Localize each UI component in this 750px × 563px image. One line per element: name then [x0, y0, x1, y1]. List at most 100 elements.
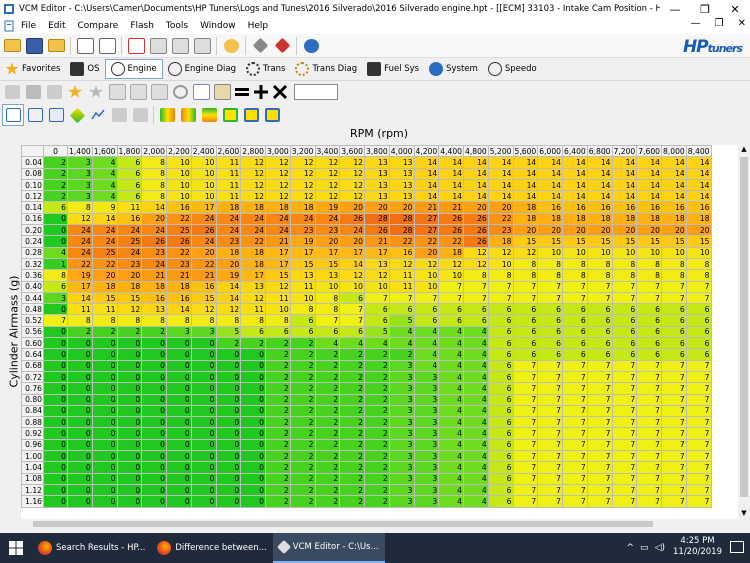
table-cell[interactable]: 8: [166, 314, 192, 327]
table-cell[interactable]: 0: [141, 370, 167, 384]
table-cell[interactable]: 0: [190, 472, 217, 485]
table-cell[interactable]: 6: [487, 495, 514, 508]
table-cell[interactable]: 6: [611, 325, 638, 339]
table-cell[interactable]: 6: [487, 337, 514, 350]
table-cell[interactable]: 15: [562, 235, 588, 248]
table-save-icon[interactable]: [23, 82, 43, 102]
table-cell[interactable]: 14: [685, 167, 712, 180]
table-cell[interactable]: 8: [314, 291, 341, 305]
table-cell[interactable]: 2: [265, 348, 291, 361]
table-cell[interactable]: 8: [141, 178, 167, 192]
table-cell[interactable]: 7: [586, 382, 613, 395]
table-cell[interactable]: 14: [141, 201, 167, 214]
table-cell[interactable]: 2: [265, 438, 291, 452]
table-cell[interactable]: 18: [215, 246, 242, 259]
table-cell[interactable]: 2: [43, 178, 68, 192]
table-cell[interactable]: 0: [240, 450, 266, 463]
table-cell[interactable]: 2: [314, 416, 341, 429]
table-cell[interactable]: 6: [43, 201, 68, 214]
table-cell[interactable]: 4: [413, 337, 440, 350]
table-cell[interactable]: 2: [265, 495, 291, 508]
table-cell[interactable]: 0: [91, 483, 118, 497]
tab-engine-diag[interactable]: Engine Diag: [163, 59, 241, 79]
table-cell[interactable]: 0: [67, 427, 93, 440]
table-cell[interactable]: 17: [67, 280, 93, 293]
column-header[interactable]: 3,200: [289, 145, 316, 158]
table-cell[interactable]: 7: [512, 404, 539, 418]
table-cell[interactable]: 15: [636, 235, 662, 248]
table-cell[interactable]: 7: [43, 314, 68, 327]
table-cell[interactable]: 6: [562, 314, 588, 327]
table-cell[interactable]: 7: [537, 291, 563, 305]
table-cell[interactable]: 8: [67, 201, 93, 214]
table-cell[interactable]: 2: [364, 393, 390, 406]
table-cell[interactable]: 6: [562, 337, 588, 350]
table-cell[interactable]: 12: [339, 269, 365, 282]
column-header[interactable]: 4,200: [413, 145, 440, 158]
table-cell[interactable]: 13: [364, 257, 390, 271]
row-header[interactable]: 0.92: [21, 427, 44, 440]
table-cell[interactable]: 14: [339, 257, 365, 271]
table-cell[interactable]: 3: [388, 461, 415, 474]
table-cell[interactable]: 8: [314, 303, 341, 316]
table-cell[interactable]: 6: [463, 314, 489, 327]
favorite-star-icon[interactable]: [65, 82, 85, 102]
table-cell[interactable]: 14: [661, 178, 687, 192]
table-cell[interactable]: 6: [487, 370, 514, 384]
table-cell[interactable]: 10: [562, 246, 588, 259]
table-cell[interactable]: 0: [215, 359, 242, 372]
table-cell[interactable]: 14: [463, 156, 489, 169]
table-cell[interactable]: 20: [537, 224, 563, 237]
scroll-down-arrow-icon[interactable]: ▼: [738, 509, 750, 519]
table-cell[interactable]: 7: [661, 382, 687, 395]
table-cell[interactable]: 25: [116, 235, 143, 248]
table-cell[interactable]: 6: [611, 348, 638, 361]
table-cell[interactable]: 12: [240, 178, 266, 192]
table-cell[interactable]: 14: [438, 156, 464, 169]
table-cell[interactable]: 7: [463, 291, 489, 305]
row-header[interactable]: 0.20: [21, 224, 44, 237]
table-cell[interactable]: 17: [265, 246, 291, 259]
table-cell[interactable]: 14: [586, 167, 613, 180]
table-cell[interactable]: 0: [116, 370, 143, 384]
table-cell[interactable]: 2: [116, 325, 143, 339]
table-cell[interactable]: 25: [166, 224, 192, 237]
notification-icon[interactable]: [730, 541, 744, 553]
table-cell[interactable]: 2: [265, 461, 291, 474]
table-cell[interactable]: 2: [289, 427, 316, 440]
table-cell[interactable]: 0: [116, 404, 143, 418]
table-cell[interactable]: 5: [215, 325, 242, 339]
table-cell[interactable]: 6: [364, 303, 390, 316]
table-cell[interactable]: 0: [141, 348, 167, 361]
table-cell[interactable]: 7: [611, 450, 638, 463]
table-cell[interactable]: 7: [685, 483, 712, 497]
table-cell[interactable]: 16: [586, 201, 613, 214]
table-cell[interactable]: 7: [562, 427, 588, 440]
column-header[interactable]: 7,200: [611, 145, 638, 158]
table-cell[interactable]: 4: [438, 438, 464, 452]
table-cell[interactable]: 0: [43, 303, 68, 316]
row-header[interactable]: 0.68: [21, 359, 44, 372]
table-cell[interactable]: 6: [562, 303, 588, 316]
table-cell[interactable]: 13: [240, 280, 266, 293]
table-cell[interactable]: 0: [116, 461, 143, 474]
table-cell[interactable]: 15: [116, 291, 143, 305]
table-cell[interactable]: 14: [487, 190, 514, 203]
table-cell[interactable]: 8: [512, 269, 539, 282]
table-cell[interactable]: 0: [43, 212, 68, 226]
row-header[interactable]: 0.36: [21, 269, 44, 282]
table-cell[interactable]: 6: [487, 427, 514, 440]
table-cell[interactable]: 6: [512, 337, 539, 350]
horizontal-scrollbar[interactable]: [21, 519, 738, 529]
row-header[interactable]: 0.48: [21, 303, 44, 316]
table-cell[interactable]: 2: [339, 450, 365, 463]
table-cell[interactable]: 4: [463, 416, 489, 429]
table-cell[interactable]: 7: [562, 393, 588, 406]
table-cell[interactable]: 12: [289, 178, 316, 192]
table-cell[interactable]: 15: [512, 235, 539, 248]
table-cell[interactable]: 4: [413, 325, 440, 339]
table-cell[interactable]: 7: [512, 450, 539, 463]
table-cell[interactable]: 7: [562, 359, 588, 372]
table-cell[interactable]: 2: [364, 416, 390, 429]
horizontal-scroll-thumb[interactable]: [33, 521, 653, 527]
